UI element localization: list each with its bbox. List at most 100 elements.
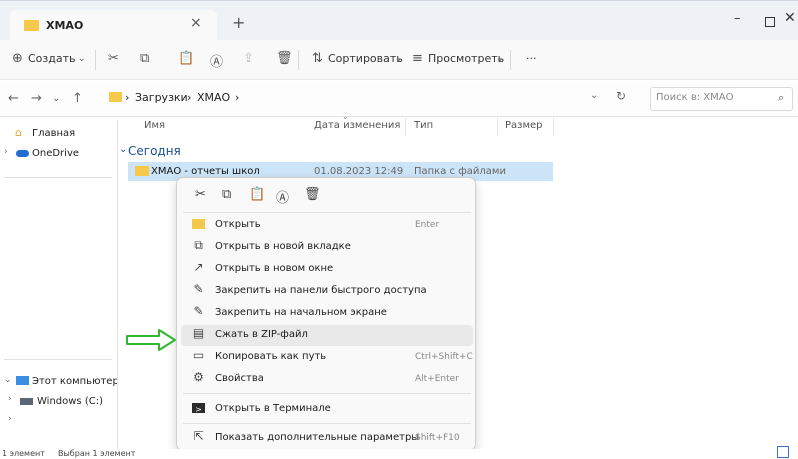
menu-item-more-options[interactable]: ⇱ Показать дополнительные параметры Shif…	[181, 428, 473, 449]
terminal-icon: >	[192, 403, 205, 414]
breadcrumb-separator: ›	[235, 91, 240, 104]
tab-xmao[interactable]: ХМАО ×	[10, 10, 217, 41]
cut-icon[interactable]: ✂	[195, 187, 206, 202]
column-header-type[interactable]: Тип	[414, 120, 433, 131]
menu-item-label: Сжать в ZIP-файл	[215, 329, 308, 340]
sidebar-item-onedrive[interactable]: OneDrive	[32, 148, 79, 159]
menu-shortcut: Alt+Enter	[415, 374, 459, 384]
new-window-icon: ↗	[193, 260, 204, 274]
column-header-size[interactable]: Размер	[505, 120, 543, 131]
menu-item-label: Открыть в новом окне	[215, 263, 334, 274]
breadcrumb-downloads[interactable]: Загрузки	[135, 91, 188, 104]
minimize-button[interactable]: –	[734, 11, 741, 26]
forward-arrow-icon[interactable]: →	[31, 91, 42, 106]
menu-item-pin-quick-access[interactable]: ✎ Закрепить на панели быстрого доступа	[181, 281, 473, 302]
new-tab-button[interactable]: +	[232, 13, 245, 32]
menu-divider	[183, 212, 471, 213]
back-arrow-icon[interactable]: ←	[8, 91, 19, 106]
menu-item-label: Открыть	[215, 219, 261, 230]
group-header-today[interactable]: Сегодня	[128, 144, 181, 158]
home-icon: ⌂	[15, 126, 22, 139]
maximize-button[interactable]	[765, 17, 775, 27]
address-field[interactable]: › Загрузки › ХМАО › ⌄ ↻	[107, 87, 643, 111]
menu-divider	[183, 423, 471, 424]
chevron-right-icon[interactable]: ›	[8, 394, 12, 404]
sidebar-divider	[4, 359, 112, 360]
menu-item-copy-path[interactable]: ▭ Копировать как путь Ctrl+Shift+C	[181, 347, 473, 368]
close-window-button[interactable]: ✕	[784, 10, 796, 26]
menu-item-open-new-window[interactable]: ↗ Открыть в новом окне	[181, 259, 473, 280]
column-header-name[interactable]: Имя	[144, 120, 165, 131]
search-icon: ⌕	[778, 91, 785, 104]
details-view-icon[interactable]	[777, 446, 789, 458]
menu-item-open-new-tab[interactable]: ⧉ Открыть в новой вкладке	[181, 237, 473, 258]
up-arrow-icon[interactable]: ↑	[72, 91, 83, 106]
menu-item-pin-start[interactable]: ✎ Закрепить на начальном экране	[181, 303, 473, 324]
cut-icon[interactable]: ✂	[108, 51, 119, 66]
menu-shortcut: Enter	[415, 220, 440, 230]
context-quick-actions: ✂ ⧉ 📋 Ⓐ 🗑	[177, 178, 477, 212]
menu-divider	[183, 393, 471, 394]
paste-icon[interactable]: 📋	[178, 51, 194, 66]
new-tab-icon: ⧉	[194, 238, 203, 252]
menu-item-label: Показать дополнительные параметры	[215, 432, 420, 443]
search-input[interactable]: Поиск в: ХМАО ⌕	[650, 87, 793, 111]
share-icon[interactable]: ⇪	[243, 51, 254, 66]
file-type: Папка с файлами	[414, 166, 506, 177]
sidebar-item-home[interactable]: Главная	[32, 128, 75, 139]
sort-button[interactable]: Сортировать	[328, 52, 403, 65]
status-selected-count: Выбран 1 элемент	[58, 449, 136, 458]
menu-item-compress-zip[interactable]: ▤ Сжать в ZIP-файл	[181, 325, 473, 346]
delete-icon[interactable]: 🗑	[304, 187, 321, 202]
navigation-pane: ⌂ Главная › OneDrive ⌄ Этот компьютер › …	[0, 117, 118, 449]
menu-item-properties[interactable]: ⚙ Свойства Alt+Enter	[181, 369, 473, 390]
drive-icon	[20, 398, 33, 405]
tab-close-button[interactable]: ×	[190, 15, 202, 31]
sidebar-item-this-pc[interactable]: Этот компьютер	[32, 376, 117, 387]
chevron-down-icon: ⌄	[395, 54, 403, 64]
delete-icon[interactable]: 🗑	[276, 51, 293, 66]
copy-icon[interactable]: ⧉	[222, 187, 231, 202]
more-options-button[interactable]: ···	[526, 52, 537, 65]
recent-chevron-icon[interactable]: ⌄	[52, 93, 60, 104]
menu-item-label: Закрепить на начальном экране	[215, 307, 387, 318]
copy-icon[interactable]: ⧉	[140, 51, 149, 66]
sidebar-divider	[4, 177, 112, 178]
file-date: 01.08.2023 12:49	[314, 166, 404, 177]
status-item-count: 1 элемент	[2, 449, 45, 458]
group-chevron-icon[interactable]: ⌄	[119, 144, 127, 155]
menu-shortcut: Shift+F10	[415, 433, 460, 443]
folder-icon	[135, 166, 149, 176]
menu-item-label: Закрепить на панели быстрого доступа	[215, 285, 427, 296]
rename-icon[interactable]: Ⓐ	[210, 51, 223, 70]
search-placeholder: Поиск в: ХМАО	[656, 92, 734, 103]
column-separator[interactable]	[497, 118, 498, 136]
column-separator[interactable]	[405, 118, 406, 136]
more-options-icon: ⇱	[193, 429, 204, 443]
address-dropdown-icon[interactable]: ⌄	[590, 90, 598, 101]
file-name[interactable]: ХМАО - отчеты школ	[151, 166, 260, 177]
chevron-down-icon: ⌄	[496, 54, 504, 64]
breadcrumb-xmao[interactable]: ХМАО	[197, 91, 230, 104]
menu-item-open-terminal[interactable]: > Открыть в Терминале	[181, 399, 473, 420]
copy-path-icon: ▭	[192, 348, 205, 362]
menu-item-open[interactable]: Открыть Enter	[181, 215, 473, 236]
create-button[interactable]: Создать	[28, 52, 76, 65]
title-bar: ХМАО × + – ✕	[0, 0, 798, 41]
chevron-right-icon[interactable]: ›	[8, 414, 12, 424]
refresh-icon[interactable]: ↻	[616, 89, 626, 103]
menu-item-label: Свойства	[215, 373, 264, 384]
chevron-down-icon: ⌄	[78, 54, 86, 64]
sidebar-item-windows-c[interactable]: Windows (C:)	[37, 396, 103, 407]
column-separator[interactable]	[553, 118, 554, 136]
wrench-icon: ⚙	[193, 370, 204, 384]
column-header-date[interactable]: Дата изменения	[314, 120, 400, 131]
rename-icon[interactable]: Ⓐ	[276, 187, 289, 206]
pin-icon: ✎	[193, 282, 204, 296]
chevron-down-icon[interactable]: ⌄	[4, 375, 12, 385]
chevron-right-icon[interactable]: ›	[4, 147, 8, 157]
toolbar-divider	[95, 50, 96, 70]
view-button[interactable]: Просмотреть	[428, 52, 504, 65]
command-bar: ⊕ Создать ⌄ ✂ ⧉ 📋 Ⓐ ⇪ 🗑 ⇅ Сортировать ⌄ …	[0, 40, 798, 80]
paste-icon[interactable]: 📋	[249, 187, 265, 202]
